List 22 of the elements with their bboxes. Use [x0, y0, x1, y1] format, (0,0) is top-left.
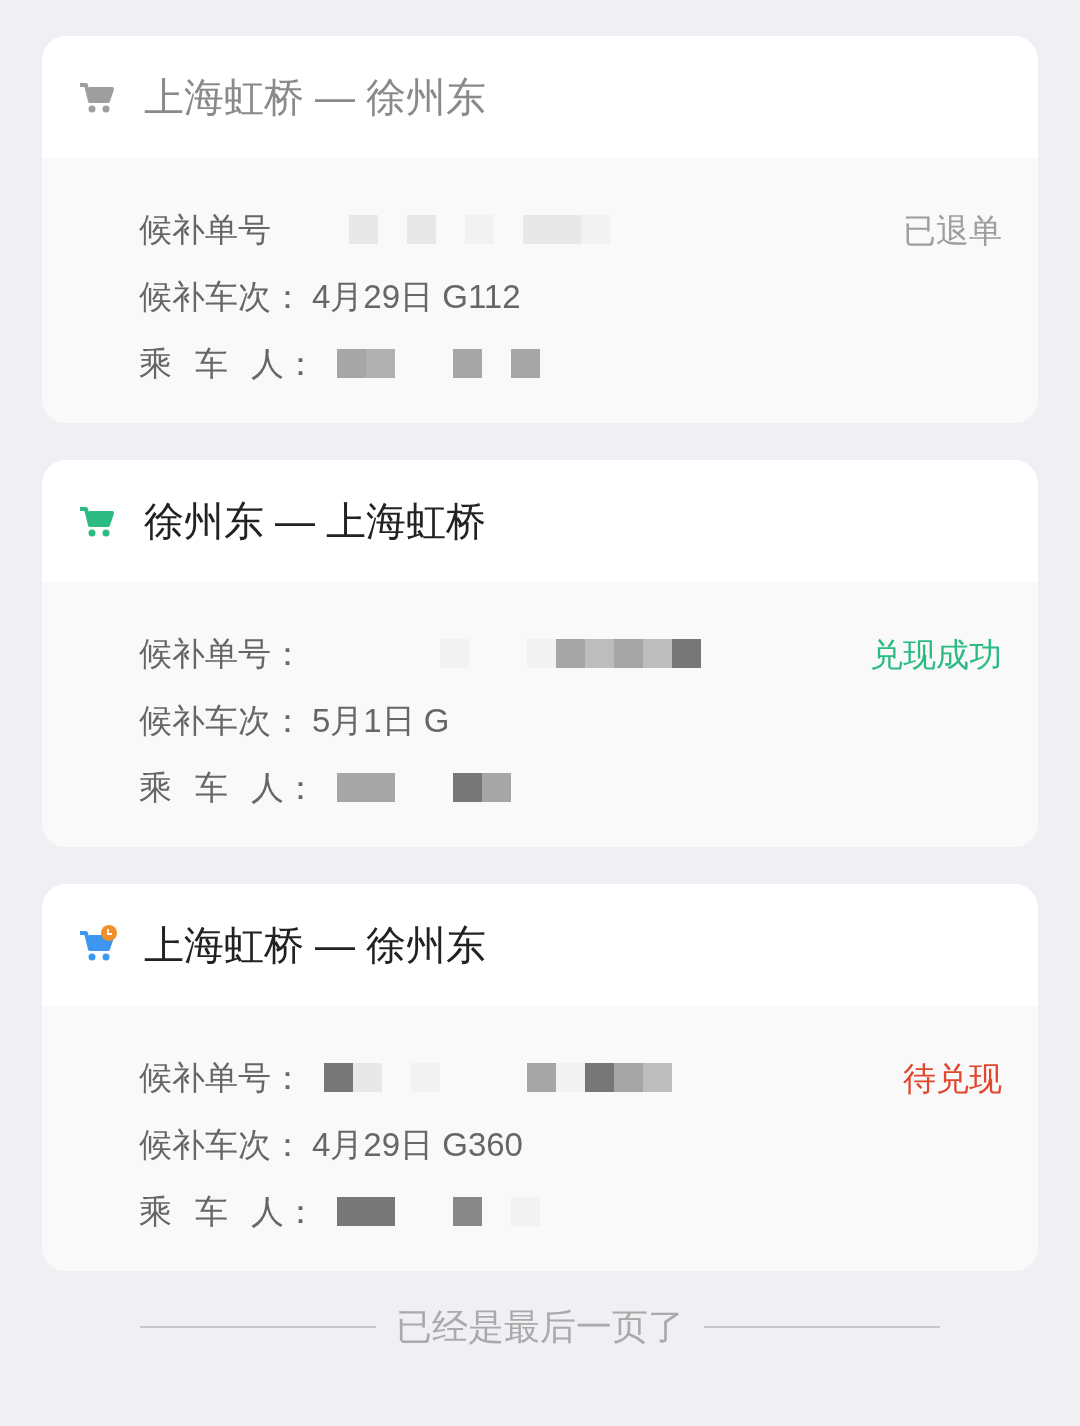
status-text: 兑现成功 — [870, 635, 1002, 675]
field-value: 4月29日 G360 — [312, 1124, 523, 1165]
field-label: 候补单号： — [139, 1057, 304, 1098]
order-card[interactable]: 徐州东 — 上海虹桥 候补单号： 候补车次： 5月1日 G 乘 车 人： 兑现成功 — [42, 460, 1038, 847]
order-card[interactable]: 上海虹桥 — 徐州东 候补单号 候补车次： 4月29日 G112 乘 车 人： 已退单 — [42, 36, 1038, 423]
field-label: 乘 车 人： — [139, 343, 318, 384]
order-card[interactable]: 上海虹桥 — 徐州东 候补单号： 候补车次： 4月29日 G360 乘 车 人： 待兑现 — [42, 884, 1038, 1271]
field-label: 候补车次： — [139, 1124, 304, 1165]
field-value: 4月29日 G112 — [312, 276, 521, 317]
end-of-list-text: 已经是最后一页了 — [396, 1305, 684, 1349]
status-text: 已退单 — [903, 211, 1002, 251]
route-title: 上海虹桥 — 徐州东 — [144, 922, 487, 969]
route-title: 上海虹桥 — 徐州东 — [144, 74, 487, 121]
field-label: 候补车次： — [139, 276, 304, 317]
field-label: 乘 车 人： — [139, 767, 318, 808]
field-label: 乘 车 人： — [139, 1191, 318, 1232]
field-label: 候补单号： — [139, 633, 304, 674]
status-text: 待兑现 — [903, 1059, 1002, 1099]
field-value: 5月1日 G — [312, 700, 450, 741]
field-label: 候补车次： — [139, 700, 304, 741]
field-label: 候补单号 — [139, 209, 271, 250]
route-title: 徐州东 — 上海虹桥 — [144, 498, 487, 545]
